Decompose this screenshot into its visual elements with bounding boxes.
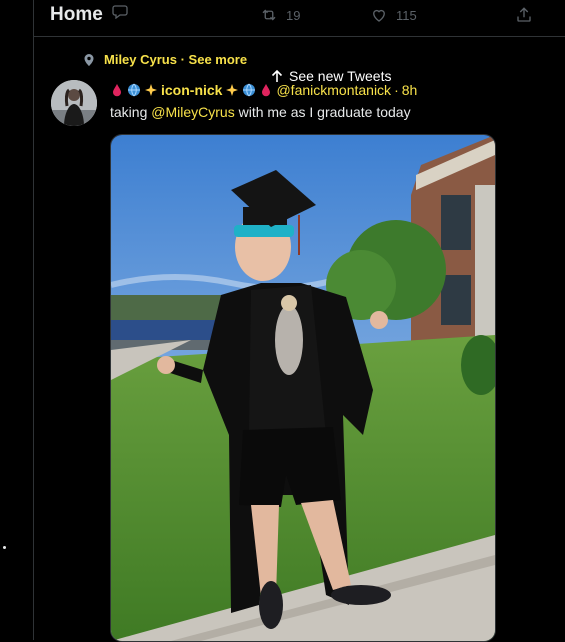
comment-icon[interactable] [112,5,128,19]
share-icon [517,7,531,22]
like-action[interactable]: 115 [370,6,417,24]
like-count: 115 [396,7,417,23]
drop-emoji [113,84,121,97]
mention-link[interactable]: @MileyCyrus [151,104,234,120]
sparkles-emoji [145,84,157,96]
retweet-count: 19 [286,7,301,23]
globe-emoji [243,83,256,97]
author-handle: @fanickmontanick [276,82,392,98]
retweet-icon [262,9,276,21]
like-icon [373,9,385,22]
tweet-author-row[interactable]: icon-nick @fanickmontanick · 8h [110,82,417,98]
left-rail [0,0,33,640]
share-action[interactable] [515,6,533,24]
sparkles-emoji [226,84,239,96]
globe-emoji [128,83,140,97]
topic-context[interactable]: Miley Cyrus · See more [82,52,247,67]
avatar[interactable] [51,80,97,126]
display-name: icon-nick [161,82,223,98]
arrow-up-icon [271,69,283,82]
tweet-text-part: with me as I graduate today [234,104,411,120]
tweet-text-part: taking [110,104,152,120]
retweet-action[interactable]: 19 [260,6,300,24]
timeline-column: Home 19 115 Miley Cyrus · See more icon-… [33,0,565,642]
see-new-tweets-pill[interactable]: See new Tweets [271,68,391,84]
see-more-link[interactable]: See more [189,52,248,67]
timeline-header: Home 19 115 [34,0,565,37]
see-new-tweets-label: See new Tweets [289,68,392,84]
topic-icon [84,53,94,66]
tweet-photo[interactable] [110,134,496,642]
rail-dot [3,546,6,549]
time-separator: · [394,82,399,98]
topic-label: Miley Cyrus [104,52,177,67]
tweet-time[interactable]: 8h [402,82,418,98]
context-separator: · [176,52,189,67]
page-title: Home [50,4,103,25]
drop-emoji [262,84,271,97]
tweet-text: taking @MileyCyrus with me as I graduate… [110,104,411,120]
